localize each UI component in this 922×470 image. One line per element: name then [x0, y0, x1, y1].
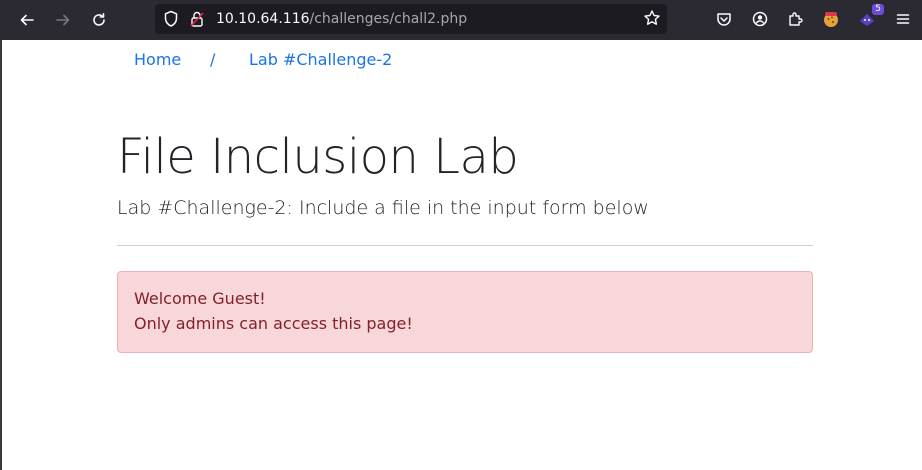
url-path: /challenges/chall2.php — [309, 11, 468, 27]
alert-access-text: Only admins can access this page! — [134, 314, 413, 333]
hamburger-menu-icon — [896, 14, 910, 24]
account-button[interactable] — [749, 8, 771, 30]
alert-welcome-text: Welcome Guest! — [134, 289, 266, 308]
account-icon — [752, 11, 768, 27]
reload-button[interactable] — [85, 6, 113, 34]
tracking-shield-icon[interactable] — [163, 10, 179, 32]
arrow-left-icon — [20, 14, 34, 26]
page-title: File Inclusion Lab — [117, 129, 519, 185]
extensions-button[interactable] — [784, 8, 806, 30]
forward-button[interactable] — [49, 6, 77, 34]
browser-toolbar: 10.10.64.116/challenges/chall2.php 5 — [0, 0, 922, 40]
puzzle-icon — [789, 12, 803, 26]
breadcrumb-separator: / — [210, 50, 216, 69]
divider — [117, 245, 813, 246]
alert-danger: Welcome Guest! Only admins can access th… — [117, 271, 813, 353]
cookie-icon — [824, 12, 838, 27]
url-host: 10.10.64.116 — [216, 11, 310, 27]
pocket-icon — [717, 13, 731, 26]
page-subtitle: Lab #Challenge-2: Include a file in the … — [117, 197, 649, 219]
pocket-button[interactable] — [713, 8, 735, 30]
bookmark-star-icon[interactable] — [643, 9, 661, 31]
arrow-right-icon — [56, 14, 70, 26]
reload-icon — [93, 13, 105, 26]
extension-badge: 5 — [872, 4, 884, 15]
extension-cookie-button[interactable] — [820, 8, 842, 30]
url-text[interactable]: 10.10.64.116/challenges/chall2.php — [216, 10, 467, 28]
breadcrumb-home-link[interactable]: Home — [134, 50, 181, 69]
extension-hacker-button[interactable]: 5 — [856, 4, 884, 30]
menu-button[interactable] — [892, 8, 914, 30]
address-bar[interactable]: 10.10.64.116/challenges/chall2.php — [155, 4, 667, 34]
breadcrumb-current-link[interactable]: Lab #Challenge-2 — [249, 50, 392, 69]
back-button[interactable] — [13, 6, 41, 34]
insecure-lock-icon[interactable] — [189, 10, 205, 32]
window-edge — [0, 40, 2, 470]
